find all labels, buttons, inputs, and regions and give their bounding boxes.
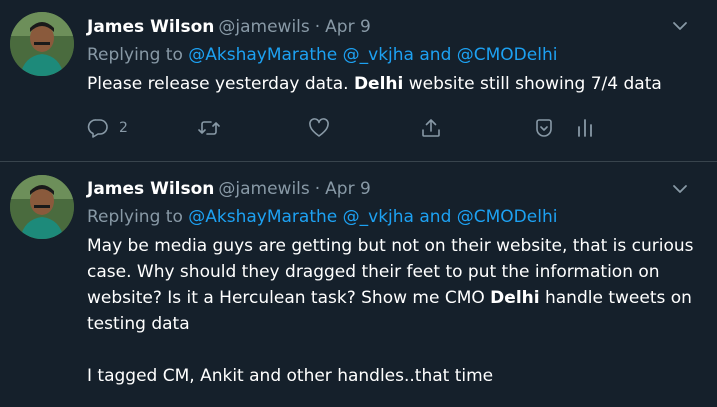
save-button[interactable]	[533, 116, 555, 140]
mention-link[interactable]: @AkshayMarathe	[188, 45, 337, 65]
tweet-header: James Wilson @jamewils · Apr 9	[87, 15, 371, 39]
reply-button[interactable]: 2	[87, 116, 128, 140]
chevron-down-icon[interactable]	[671, 17, 689, 35]
tweet-paragraph: May be media guys are getting but not on…	[87, 233, 697, 337]
reply-icon	[87, 119, 108, 138]
mention-link[interactable]: @_vkjha	[343, 207, 414, 227]
author-handle[interactable]: @jamewils	[218, 17, 309, 37]
and-others-link[interactable]: and	[419, 45, 451, 65]
tweet-text: May be media guys are getting but not on…	[87, 233, 697, 389]
like-button[interactable]	[308, 116, 330, 140]
reply-count: 2	[119, 120, 128, 136]
tweet-text-part: Please release yesterday data.	[87, 74, 354, 94]
author-name[interactable]: James Wilson	[87, 17, 214, 37]
separator-dot: ·	[314, 17, 321, 37]
analytics-button[interactable]	[574, 116, 596, 140]
tweet-actions: 2	[87, 116, 607, 140]
tweet-text-part: website still showing 7/4 data	[403, 74, 662, 94]
replying-prefix: Replying to	[87, 207, 189, 227]
separator-dot: ·	[314, 179, 321, 199]
author-name[interactable]: James Wilson	[87, 179, 214, 199]
author-handle[interactable]: @jamewils	[218, 179, 309, 199]
tweet[interactable]: James Wilson @jamewils · Apr 9 Replying to …	[0, 162, 717, 407]
chevron-down-icon[interactable]	[671, 180, 689, 198]
tweet-text-bold: Delhi	[490, 288, 540, 308]
tweet-text: Please release yesterday data. Delhi web…	[87, 71, 697, 97]
mention-link[interactable]: @CMODelhi	[457, 207, 558, 227]
tweet-date[interactable]: Apr 9	[325, 17, 371, 37]
mention-link[interactable]: @_vkjha	[343, 45, 414, 65]
tweet-text-bold: Delhi	[353, 74, 404, 94]
retweet-button[interactable]	[197, 116, 221, 140]
replying-prefix: Replying to	[87, 45, 189, 65]
tweet-date[interactable]: Apr 9	[325, 179, 371, 199]
tweet[interactable]: James Wilson @jamewils · Apr 9 Replying to …	[0, 0, 717, 161]
heart-icon	[309, 118, 329, 137]
share-button[interactable]	[420, 116, 442, 140]
avatar[interactable]	[10, 175, 74, 239]
analytics-icon	[578, 119, 592, 137]
tweet-header: James Wilson @jamewils · Apr 9	[87, 177, 371, 201]
retweet-icon	[198, 121, 220, 135]
mention-link[interactable]: @AkshayMarathe	[188, 207, 337, 227]
save-icon	[536, 119, 552, 137]
mention-link[interactable]: @CMODelhi	[457, 45, 558, 65]
replying-to: Replying to @AkshayMarathe @_vkjha and @…	[87, 43, 557, 67]
tweet-paragraph: I tagged CM, Ankit and other handles..th…	[87, 366, 494, 386]
replying-to: Replying to @AkshayMarathe @_vkjha and @…	[87, 205, 557, 229]
and-others-link[interactable]: and	[419, 207, 451, 227]
share-icon	[422, 119, 440, 137]
avatar[interactable]	[10, 12, 74, 76]
